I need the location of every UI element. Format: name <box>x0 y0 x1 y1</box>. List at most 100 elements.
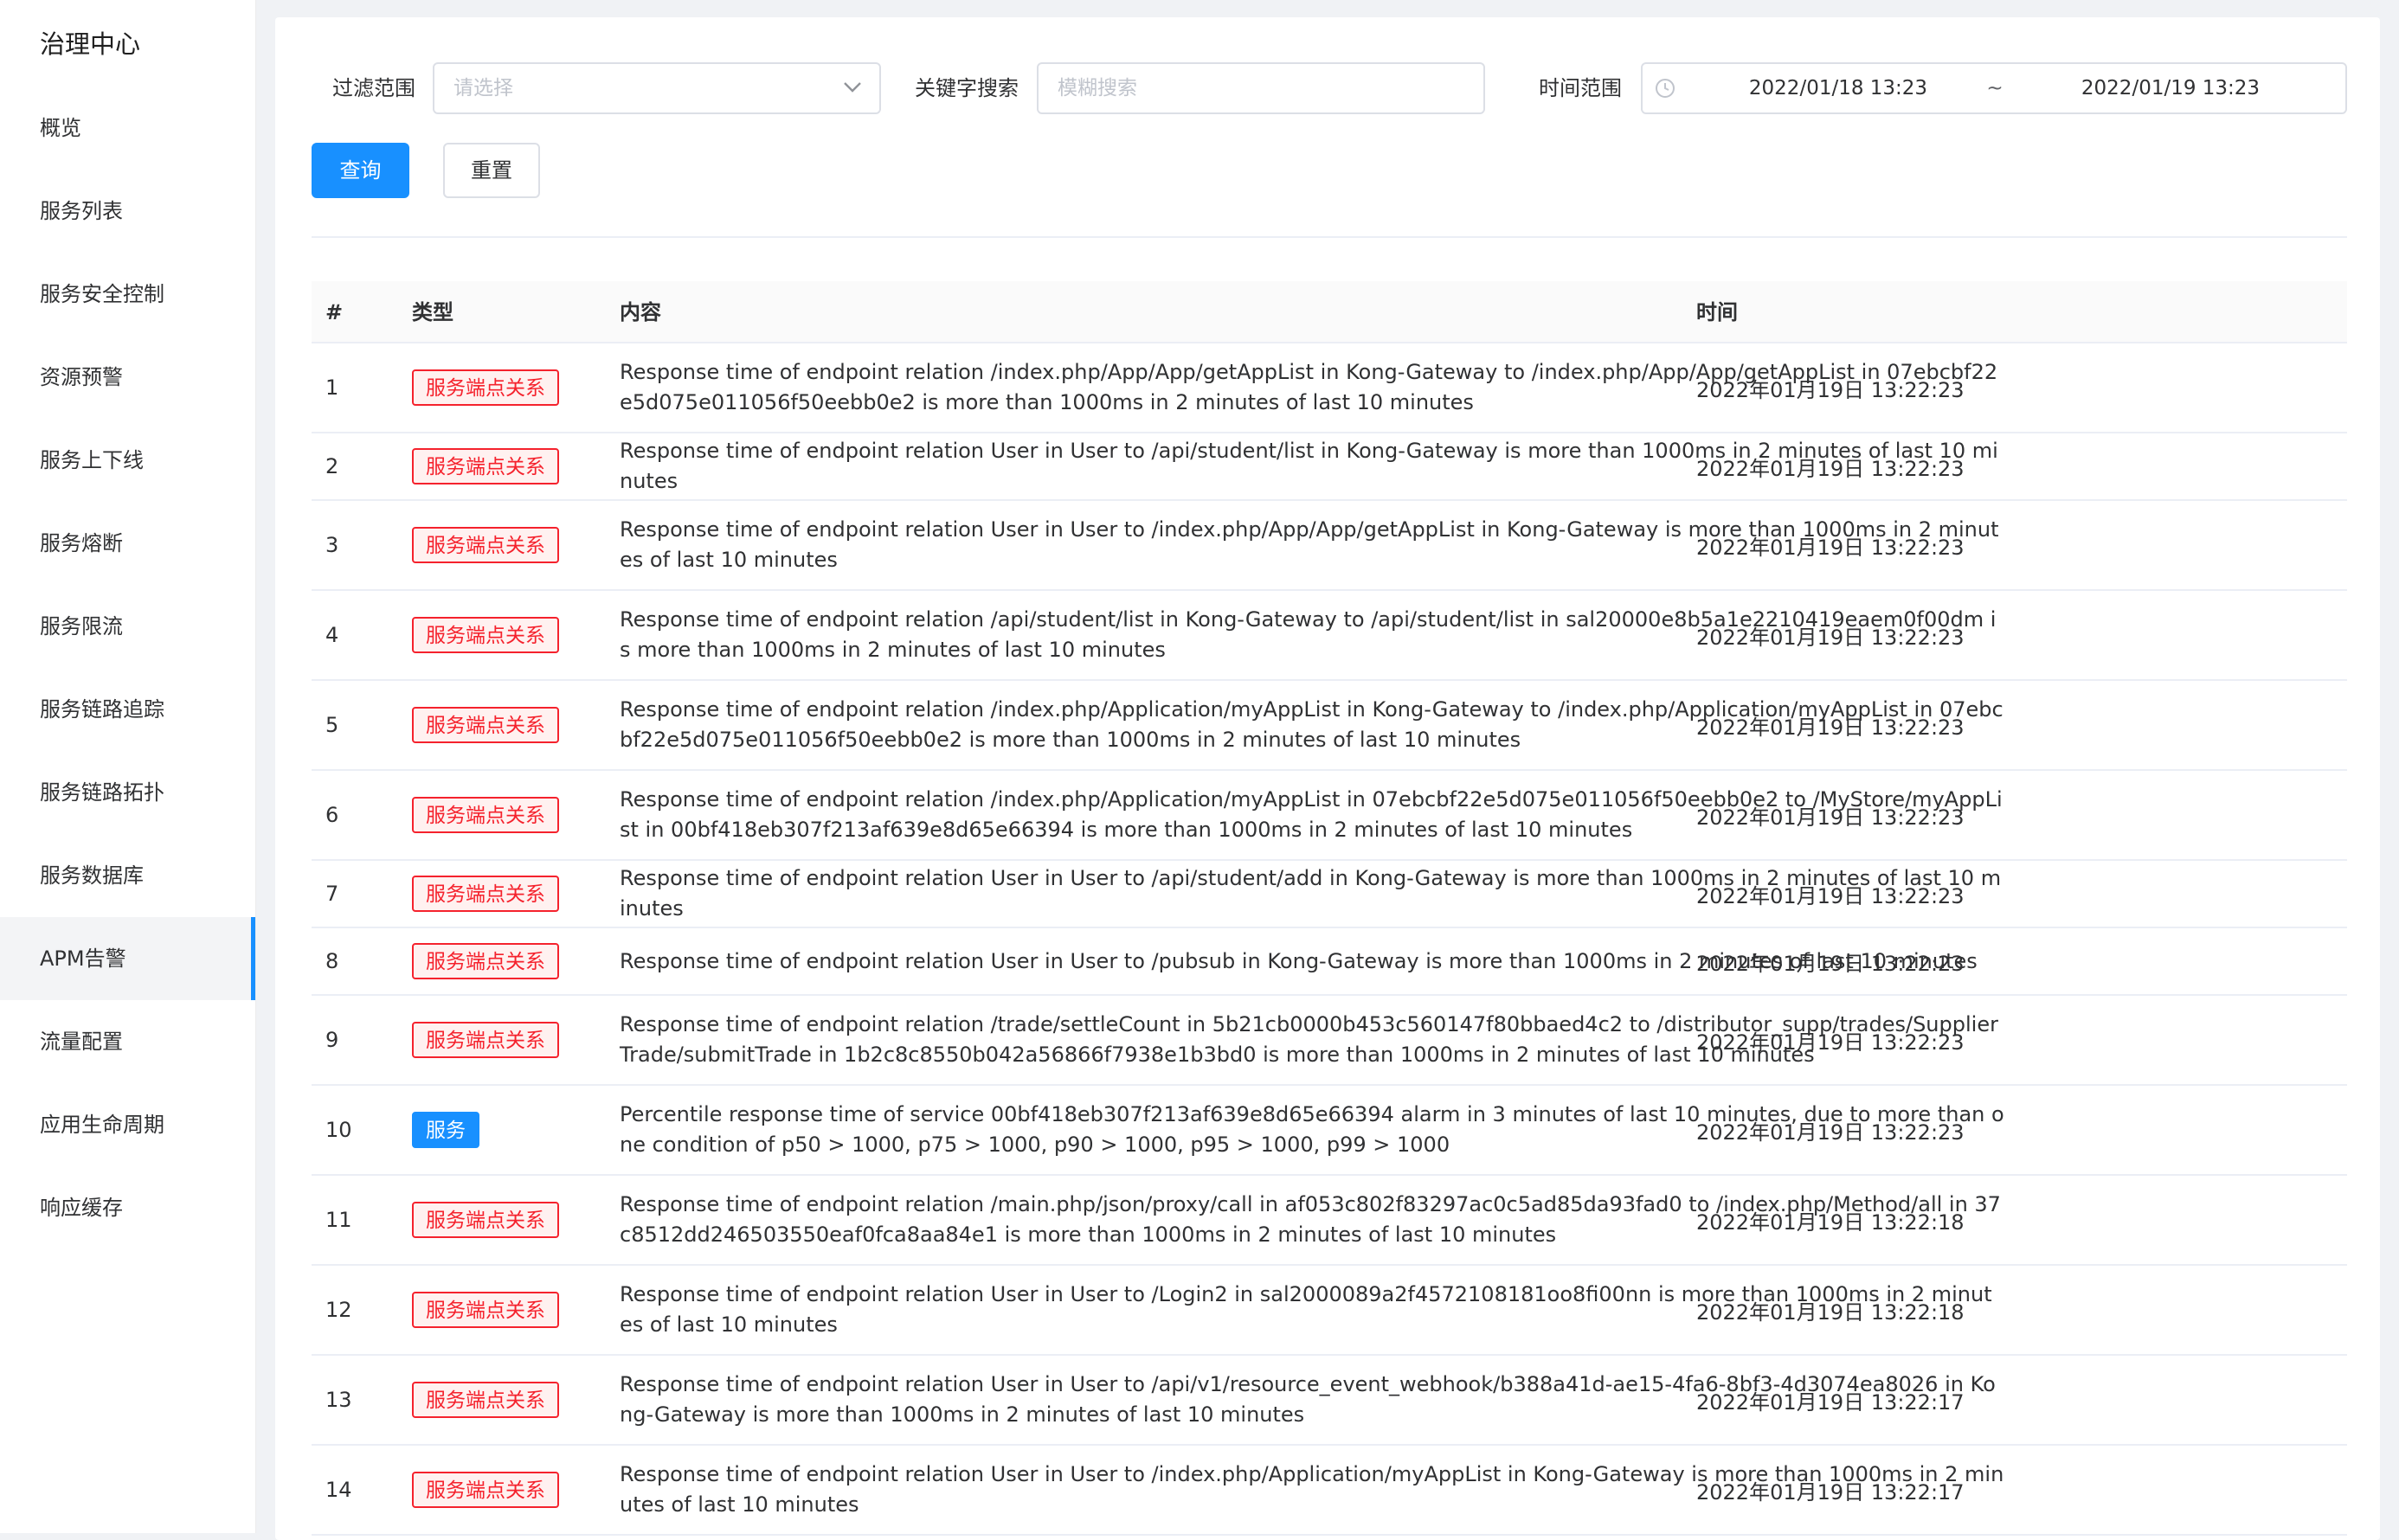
table-row: 4 服务端点关系 Response time of endpoint relatio… <box>312 591 2347 681</box>
row-index: 14 <box>325 1478 352 1502</box>
row-index: 3 <box>325 533 339 557</box>
endpoint-relation-type-tag: 服务端点关系 <box>412 617 559 653</box>
table-row: 9 服务端点关系 Response time of endpoint relatio… <box>312 996 2347 1086</box>
sidebar-item-service-list[interactable]: 服务列表 <box>0 170 255 253</box>
row-index: 13 <box>325 1388 352 1412</box>
row-type-cell: 服务端点关系 <box>412 996 559 1084</box>
endpoint-relation-type-tag: 服务端点关系 <box>412 797 559 833</box>
endpoint-relation-type-tag: 服务端点关系 <box>412 1382 559 1418</box>
row-type-cell: 服务端点关系 <box>412 1266 559 1354</box>
row-index: 1 <box>325 375 339 400</box>
row-time: 2022年01月19日 13:22:17 <box>1696 1479 1965 1505</box>
keyword-placeholder: 模糊搜索 <box>1058 77 1137 99</box>
row-time: 2022年01月19日 13:22:23 <box>1696 625 1965 650</box>
row-index: 2 <box>325 454 339 478</box>
row-index: 9 <box>325 1028 339 1052</box>
row-index: 11 <box>325 1208 352 1232</box>
row-type-cell: 服务端点关系 <box>412 591 559 679</box>
filter-bar: 过滤范围 请选择 关键字搜索 模糊搜索 时间范围 2022/01/18 13:2… <box>275 17 2380 234</box>
endpoint-relation-type-tag: 服务端点关系 <box>412 943 559 979</box>
table-row: 8 服务端点关系 Response time of endpoint relatio… <box>312 928 2347 996</box>
endpoint-relation-type-tag: 服务端点关系 <box>412 448 559 484</box>
sidebar-item-circuit-breaker[interactable]: 服务熔断 <box>0 502 255 585</box>
row-type-cell: 服务端点关系 <box>412 681 559 769</box>
chevron-down-icon <box>844 82 861 93</box>
sidebar-menu: 概览 服务列表 服务安全控制 资源预警 服务上下线 服务熔断 服务限流 服务链路… <box>0 87 255 1249</box>
sidebar-item-apm-alarm[interactable]: APM告警 <box>0 917 255 1000</box>
table-header: # 类型 内容 时间 <box>312 281 2347 343</box>
sidebar-item-overview[interactable]: 概览 <box>0 87 255 170</box>
row-time: 2022年01月19日 13:22:23 <box>1696 456 1965 481</box>
reset-button[interactable]: 重置 <box>443 143 540 198</box>
table-row: 7 服务端点关系 Response time of endpoint relatio… <box>312 861 2347 928</box>
time-end-value[interactable]: 2022/01/19 13:23 <box>2067 64 2274 112</box>
sidebar-item-service-online-offline[interactable]: 服务上下线 <box>0 419 255 502</box>
service-type-tag: 服务 <box>412 1112 479 1148</box>
app-title: 治理中心 <box>40 29 141 59</box>
table-row: 12 服务端点关系 Response time of endpoint relati… <box>312 1266 2347 1356</box>
row-index: 5 <box>325 713 339 737</box>
row-time: 2022年01月19日 13:22:23 <box>1696 535 1965 560</box>
row-time: 2022年01月19日 13:22:18 <box>1696 1210 1965 1235</box>
table-row: 2 服务端点关系 Response time of endpoint relatio… <box>312 433 2347 501</box>
row-type-cell: 服务端点关系 <box>412 1356 559 1444</box>
row-index: 12 <box>325 1298 352 1322</box>
clock-icon <box>1656 79 1675 98</box>
sidebar-item-resource-warning[interactable]: 资源预警 <box>0 336 255 419</box>
alarm-table: # 类型 内容 时间 1 服务端点关系 Response time of endpo… <box>312 281 2347 1536</box>
scope-select[interactable]: 请选择 <box>433 62 881 114</box>
sidebar-item-rate-limit[interactable]: 服务限流 <box>0 585 255 668</box>
row-type-cell: 服务端点关系 <box>412 433 559 499</box>
sidebar: 治理中心 概览 服务列表 服务安全控制 资源预警 服务上下线 服务熔断 服务限流… <box>0 0 256 1533</box>
sidebar-item-database[interactable]: 服务数据库 <box>0 834 255 917</box>
endpoint-relation-type-tag: 服务端点关系 <box>412 707 559 743</box>
row-type-cell: 服务端点关系 <box>412 861 559 927</box>
row-type-cell: 服务端点关系 <box>412 1176 559 1264</box>
row-type-cell: 服务端点关系 <box>412 928 559 994</box>
column-header-type: 类型 <box>412 300 453 324</box>
endpoint-relation-type-tag: 服务端点关系 <box>412 1022 559 1058</box>
row-time: 2022年01月19日 13:22:23 <box>1696 1030 1965 1055</box>
row-type-cell: 服务端点关系 <box>412 501 559 589</box>
sidebar-item-app-lifecycle[interactable]: 应用生命周期 <box>0 1083 255 1166</box>
column-header-content: 内容 <box>620 300 661 324</box>
row-type-cell: 服务 <box>412 1086 479 1174</box>
row-time: 2022年01月19日 13:22:23 <box>1696 883 1965 908</box>
endpoint-relation-type-tag: 服务端点关系 <box>412 1292 559 1328</box>
scope-placeholder: 请选择 <box>453 77 513 99</box>
endpoint-relation-type-tag: 服务端点关系 <box>412 1472 559 1508</box>
table-row: 13 服务端点关系 Response time of endpoint relati… <box>312 1356 2347 1446</box>
row-time: 2022年01月19日 13:22:17 <box>1696 1389 1965 1415</box>
row-time: 2022年01月19日 13:22:23 <box>1696 715 1965 740</box>
row-time: 2022年01月19日 13:22:23 <box>1696 805 1965 830</box>
table-row: 14 服务端点关系 Response time of endpoint relati… <box>312 1446 2347 1536</box>
table-row: 5 服务端点关系 Response time of endpoint relatio… <box>312 681 2347 771</box>
sidebar-item-service-security[interactable]: 服务安全控制 <box>0 253 255 336</box>
time-range-picker[interactable]: 2022/01/18 13:23 ~ 2022/01/19 13:23 <box>1641 62 2347 114</box>
query-button[interactable]: 查询 <box>312 143 409 198</box>
row-index: 8 <box>325 949 339 973</box>
table-row: 6 服务端点关系 Response time of endpoint relatio… <box>312 771 2347 861</box>
sidebar-item-traffic-config[interactable]: 流量配置 <box>0 1000 255 1083</box>
endpoint-relation-type-tag: 服务端点关系 <box>412 369 559 406</box>
endpoint-relation-type-tag: 服务端点关系 <box>412 527 559 563</box>
divider <box>312 236 2347 238</box>
keyword-search-input[interactable]: 模糊搜索 <box>1037 62 1485 114</box>
table-row: 11 服务端点关系 Response time of endpoint relati… <box>312 1176 2347 1266</box>
column-header-index: # <box>325 300 344 324</box>
sidebar-item-trace[interactable]: 服务链路追踪 <box>0 668 255 751</box>
table-body: 1 服务端点关系 Response time of endpoint relatio… <box>312 343 2347 1536</box>
keyword-label: 关键字搜索 <box>915 76 1019 100</box>
row-index: 10 <box>325 1118 352 1142</box>
time-start-value[interactable]: 2022/01/18 13:23 <box>1734 64 1942 112</box>
row-time: 2022年01月19日 13:22:23 <box>1696 1120 1965 1145</box>
sidebar-item-topology[interactable]: 服务链路拓扑 <box>0 751 255 834</box>
row-time: 2022年01月19日 13:22:18 <box>1696 1299 1965 1325</box>
scope-label: 过滤范围 <box>332 76 415 100</box>
time-range-label: 时间范围 <box>1539 76 1622 100</box>
endpoint-relation-type-tag: 服务端点关系 <box>412 876 559 912</box>
column-header-time: 时间 <box>1696 300 1738 324</box>
table-row: 10 服务 Percentile response time of service … <box>312 1086 2347 1176</box>
endpoint-relation-type-tag: 服务端点关系 <box>412 1202 559 1238</box>
sidebar-item-response-cache[interactable]: 响应缓存 <box>0 1166 255 1249</box>
